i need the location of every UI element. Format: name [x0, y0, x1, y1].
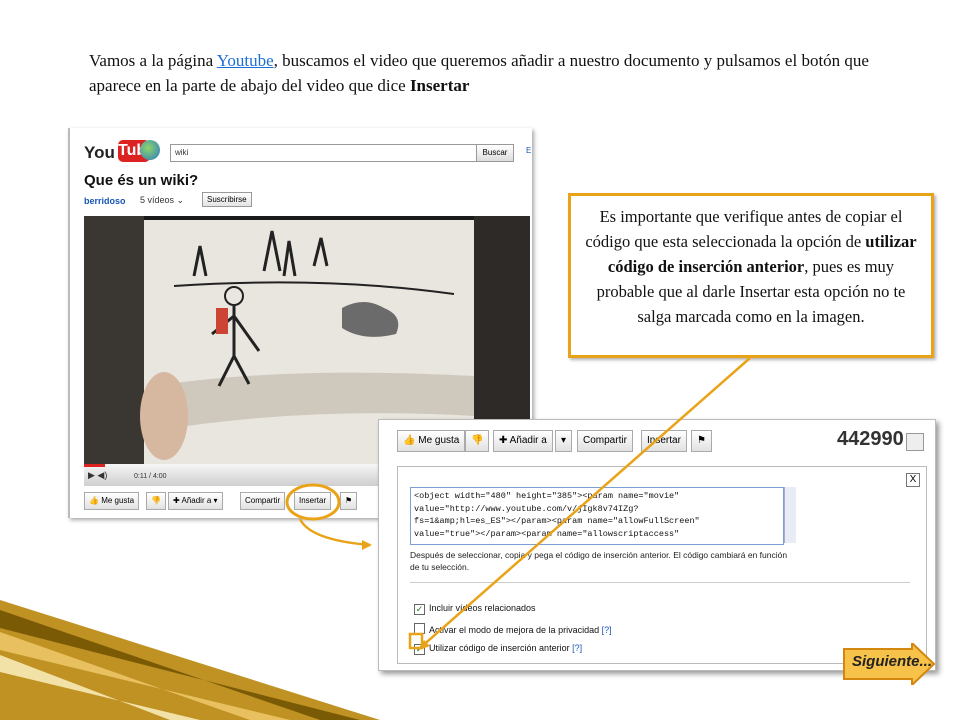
videos-count[interactable]: 5 vídeos ⌄	[140, 195, 184, 206]
edge-link[interactable]: E	[526, 146, 531, 155]
code-line: fs=1&amp;hl=es_ES"></param><param name="…	[414, 516, 700, 526]
panel-add-to-button[interactable]: ✚ Añadir a	[493, 430, 553, 452]
view-count: 442990	[837, 428, 904, 450]
checkbox-old-embed[interactable]: ✓	[414, 644, 425, 655]
youtube-link[interactable]: Youtube	[217, 51, 274, 70]
next-button-label[interactable]: Siguiente...	[852, 653, 932, 670]
checkbox-privacy[interactable]	[414, 623, 425, 634]
option-old-embed-code[interactable]: ✓ Utilizar código de inserción anterior […	[414, 643, 582, 655]
dislike-button[interactable]: 👎	[146, 492, 166, 510]
embed-code-textarea[interactable]: <object width="480" height="385"><param …	[410, 487, 784, 545]
stats-icon[interactable]	[906, 433, 924, 451]
panel-like-label: Me gusta	[418, 435, 460, 446]
intro-text-before: Vamos a la página	[89, 51, 217, 70]
help-link[interactable]: [?]	[572, 643, 582, 653]
logo-you: You	[84, 143, 115, 162]
like-button[interactable]: 👍 Me gusta	[84, 492, 140, 510]
intro-paragraph: Vamos a la página Youtube, buscamos el v…	[89, 48, 889, 98]
code-scrollbar[interactable]	[784, 487, 796, 543]
code-line: value="http://www.youtube.com/v/jIgk8v74…	[414, 503, 639, 514]
videos-count-text: 5 vídeos	[140, 195, 175, 205]
search-button[interactable]: Buscar	[476, 144, 514, 162]
close-icon[interactable]: X	[906, 473, 920, 487]
globe-icon	[140, 140, 160, 160]
embed-help-text: Después de seleccionar, copia y pega el …	[410, 550, 788, 572]
panel-dislike-button[interactable]: 👎	[465, 430, 490, 452]
flag-icon[interactable]: ⚑	[340, 492, 358, 510]
panel-add-to-dropdown[interactable]: ▾	[555, 430, 573, 452]
panel-flag-icon[interactable]: ⚑	[691, 430, 712, 452]
video-title: Que és un wiki?	[84, 172, 199, 189]
callout-text-before: Es importante que verifique antes de cop…	[585, 207, 903, 251]
subscribe-button[interactable]: Suscribirse	[202, 192, 252, 207]
embed-options-box: X <object width="480" height="385"><para…	[397, 466, 927, 664]
panel-share-button[interactable]: Compartir	[577, 430, 633, 452]
like-label: Me gusta	[101, 496, 135, 505]
checkbox-related[interactable]: ✓	[414, 604, 425, 615]
progress-bar[interactable]	[84, 464, 105, 467]
callout-box: Es importante que verifique antes de cop…	[568, 193, 934, 358]
option-label: Utilizar código de inserción anterior	[429, 643, 570, 653]
play-icon[interactable]: ▶ ◀)	[88, 470, 107, 481]
panel-like-button[interactable]: 👍 Me gusta	[397, 430, 466, 452]
add-to-button[interactable]: ✚ Añadir a ▾	[168, 492, 223, 510]
embed-button[interactable]: Insertar	[294, 492, 332, 510]
embed-panel: 👍 Me gusta 👎 ✚ Añadir a ▾ Compartir Inse…	[378, 419, 936, 671]
add-to-label: Añadir a	[181, 496, 212, 505]
panel-embed-button[interactable]: Insertar	[641, 430, 687, 452]
option-label: Activar el modo de mejora de la privacid…	[429, 625, 600, 635]
panel-add-to-label: Añadir a	[509, 435, 547, 446]
option-privacy-mode[interactable]: Activar el modo de mejora de la privacid…	[414, 623, 612, 635]
channel-user-link[interactable]: berridoso	[84, 196, 126, 206]
divider	[410, 582, 910, 583]
intro-bold-word: Insertar	[409, 76, 470, 95]
code-line: <object width="480" height="385"><param …	[414, 491, 680, 501]
option-related-videos[interactable]: ✓ Incluir vídeos relacionados	[414, 603, 536, 615]
share-button[interactable]: Compartir	[240, 492, 286, 510]
help-link[interactable]: [?]	[602, 625, 612, 635]
search-input[interactable]: wiki	[170, 144, 482, 162]
time-display: 0:11 / 4:00	[134, 473, 167, 480]
code-line: value="true"></param><param name="allows…	[414, 528, 680, 539]
option-label: Incluir vídeos relacionados	[429, 603, 536, 613]
